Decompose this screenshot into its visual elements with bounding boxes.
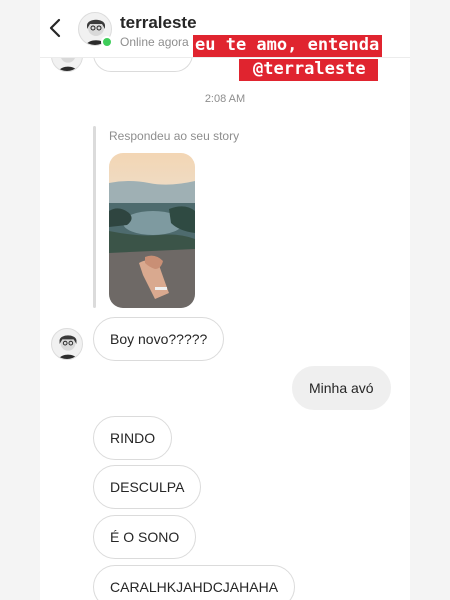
message-bubble-received[interactable]: RINDO: [93, 416, 173, 460]
chat-username[interactable]: terraleste: [120, 13, 197, 33]
story-reply-label: Respondeu ao seu story: [109, 129, 240, 143]
story-overlay-mention: @terraleste: [239, 59, 378, 81]
message-bubble-sent[interactable]: Minha avó: [292, 366, 391, 410]
online-status-text: Online agora: [120, 35, 189, 49]
timestamp: 2:08 AM: [204, 93, 246, 105]
reply-indicator-bar: [93, 126, 96, 308]
message-bubble-received[interactable]: Boy novo?????: [93, 317, 225, 361]
online-status-dot: [101, 36, 113, 48]
avatar[interactable]: [51, 328, 83, 360]
story-thumbnail[interactable]: [109, 153, 195, 308]
message-bubble-received[interactable]: É O SONO: [93, 515, 197, 559]
message-bubble-received[interactable]: DESCULPA: [93, 465, 202, 509]
story-overlay-text: eu te amo, entenda: [193, 35, 383, 57]
back-arrow-icon[interactable]: [44, 16, 68, 40]
right-margin: [410, 0, 450, 600]
message-bubble-received[interactable]: CARALHKJAHDCJAHAHA: [93, 565, 296, 600]
left-margin: [0, 0, 40, 600]
